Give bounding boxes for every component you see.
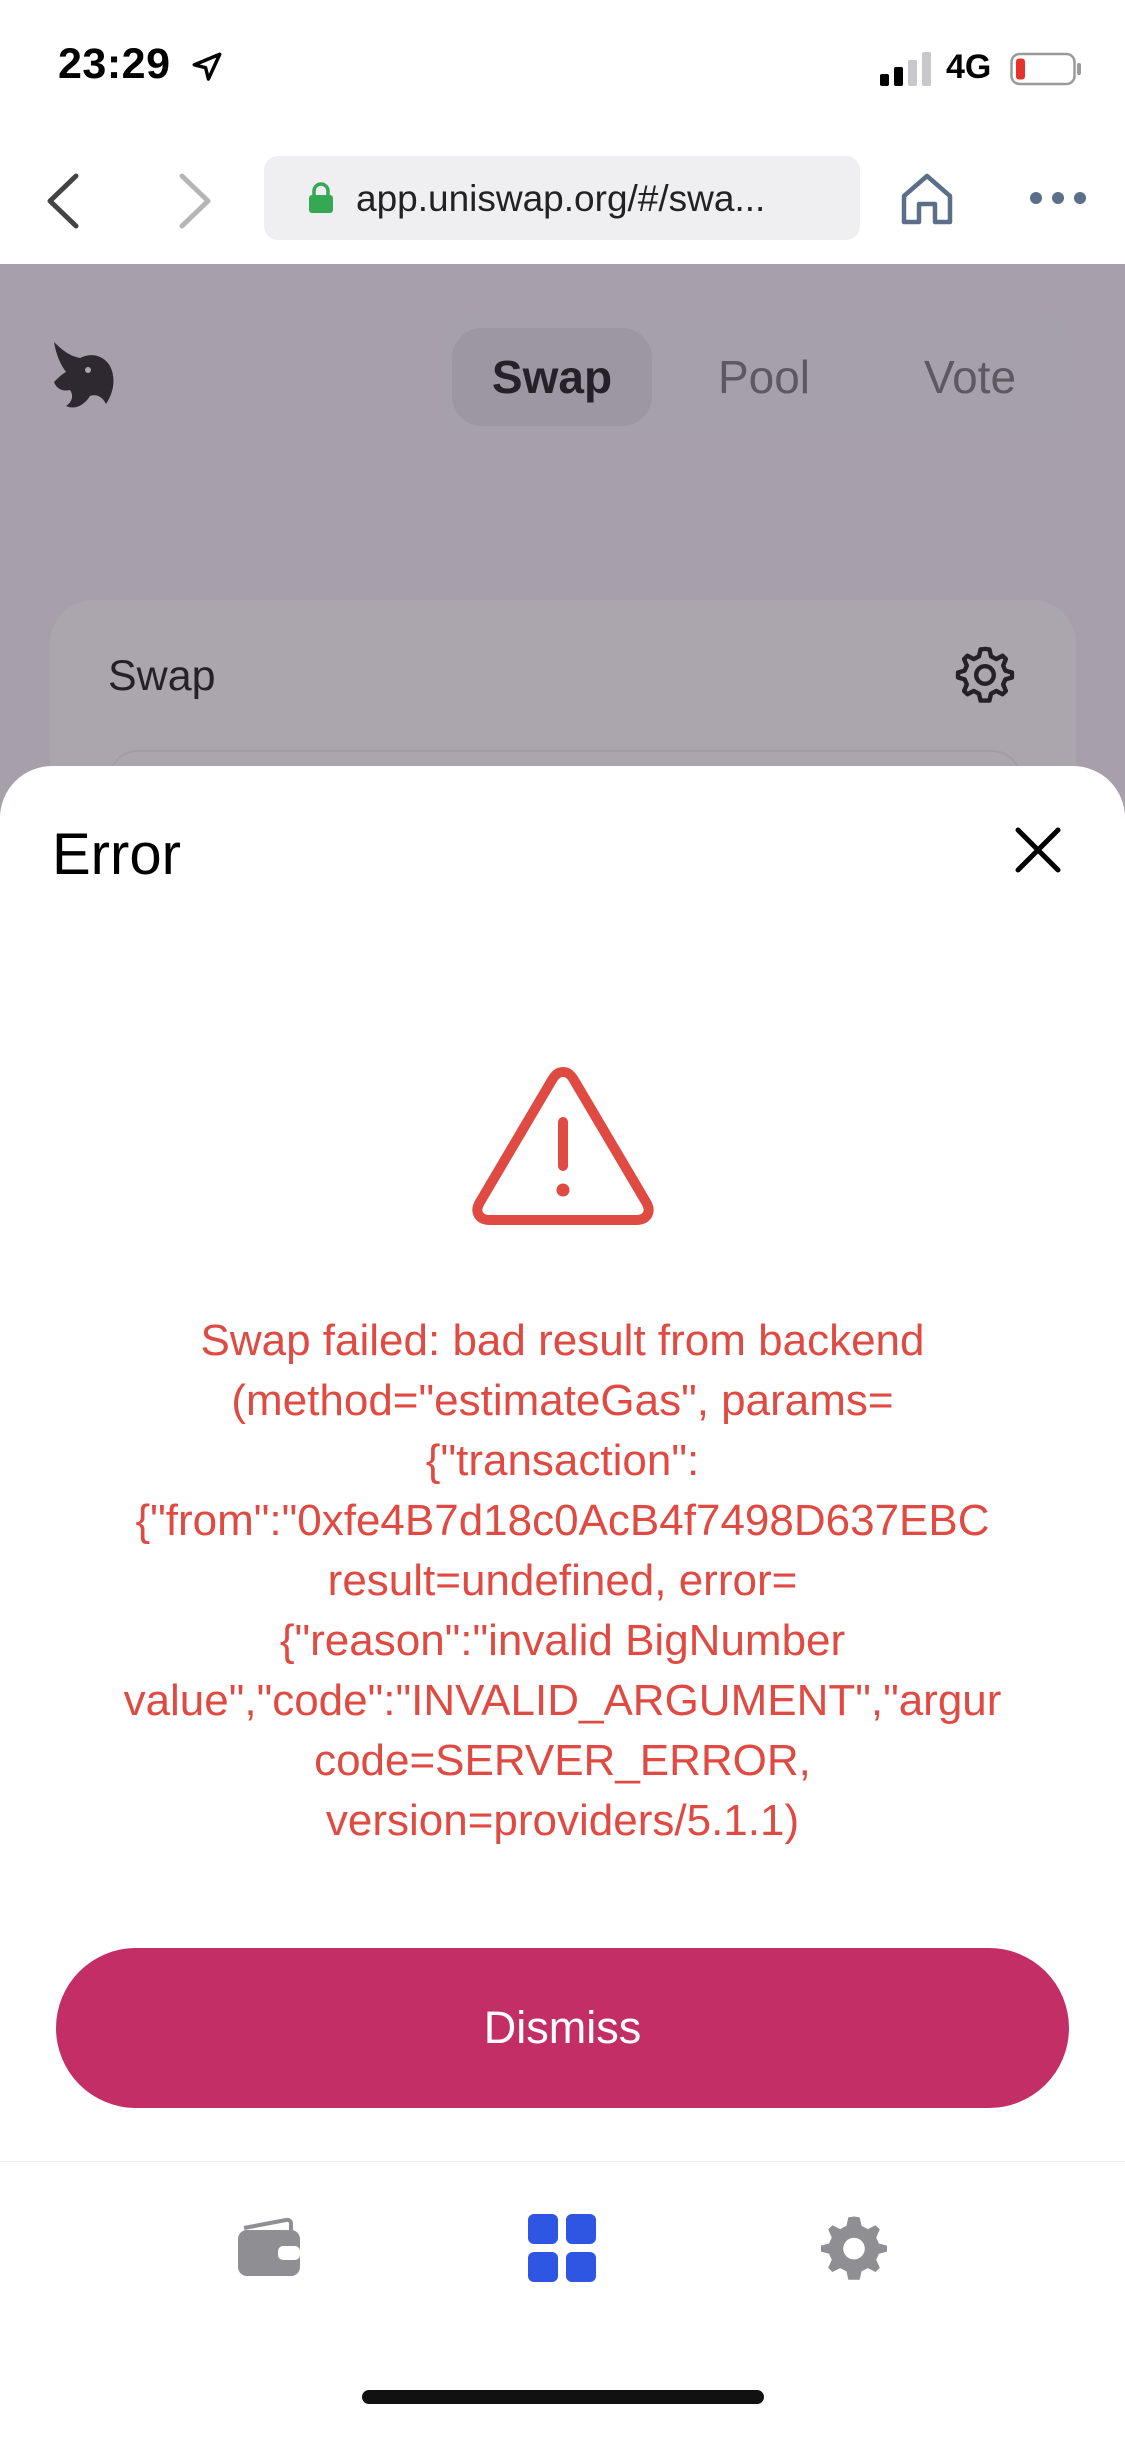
error-modal: Error Swap failed: bad result from backe… <box>0 766 1125 2161</box>
error-line: version=providers/5.1.1) <box>325 1796 800 1845</box>
error-line: result=undefined, error= <box>327 1556 798 1605</box>
error-line: {"transaction": <box>425 1436 700 1485</box>
status-bar: 23:29 4G <box>0 0 1125 140</box>
error-line: (method="estimateGas", params= <box>231 1376 894 1425</box>
location-arrow-icon <box>192 52 222 81</box>
error-message: Swap failed: bad result from backend (me… <box>60 1311 1065 1851</box>
status-time: 23:29 <box>58 40 171 88</box>
dismiss-button[interactable]: Dismiss <box>56 1948 1069 2108</box>
back-chevron-icon[interactable] <box>40 170 86 232</box>
warning-triangle-icon <box>472 1067 654 1225</box>
network-label: 4G <box>946 48 992 86</box>
modal-title: Error <box>52 822 181 887</box>
url-text: app.uniswap.org/#/swa... <box>356 178 766 219</box>
settings-gear-icon[interactable] <box>818 2212 890 2284</box>
error-line: {"reason":"invalid BigNumber <box>279 1616 846 1665</box>
error-line: value","code":"INVALID_ARGUMENT","argur <box>123 1676 1002 1725</box>
close-icon[interactable] <box>1012 824 1064 876</box>
lock-icon <box>309 182 333 213</box>
error-line: {"from":"0xfe4B7d18c0AcB4f7498D637EBC <box>135 1496 990 1545</box>
error-line: code=SERVER_ERROR, <box>314 1736 811 1785</box>
wallet-icon[interactable] <box>234 2216 304 2280</box>
browser-toolbar: app.uniswap.org/#/swa... <box>0 140 1125 264</box>
home-icon[interactable] <box>898 170 956 228</box>
signal-bars-icon <box>880 52 931 86</box>
bottom-toolbar <box>0 2161 1125 2437</box>
address-bar[interactable]: app.uniswap.org/#/swa... <box>264 156 860 240</box>
home-indicator <box>362 2390 764 2404</box>
apps-grid-icon[interactable] <box>528 2214 596 2282</box>
more-dots-icon[interactable] <box>1028 188 1088 208</box>
battery-low-icon <box>1010 52 1081 86</box>
forward-chevron-icon[interactable] <box>172 170 218 232</box>
error-line: Swap failed: bad result from backend <box>200 1316 925 1365</box>
